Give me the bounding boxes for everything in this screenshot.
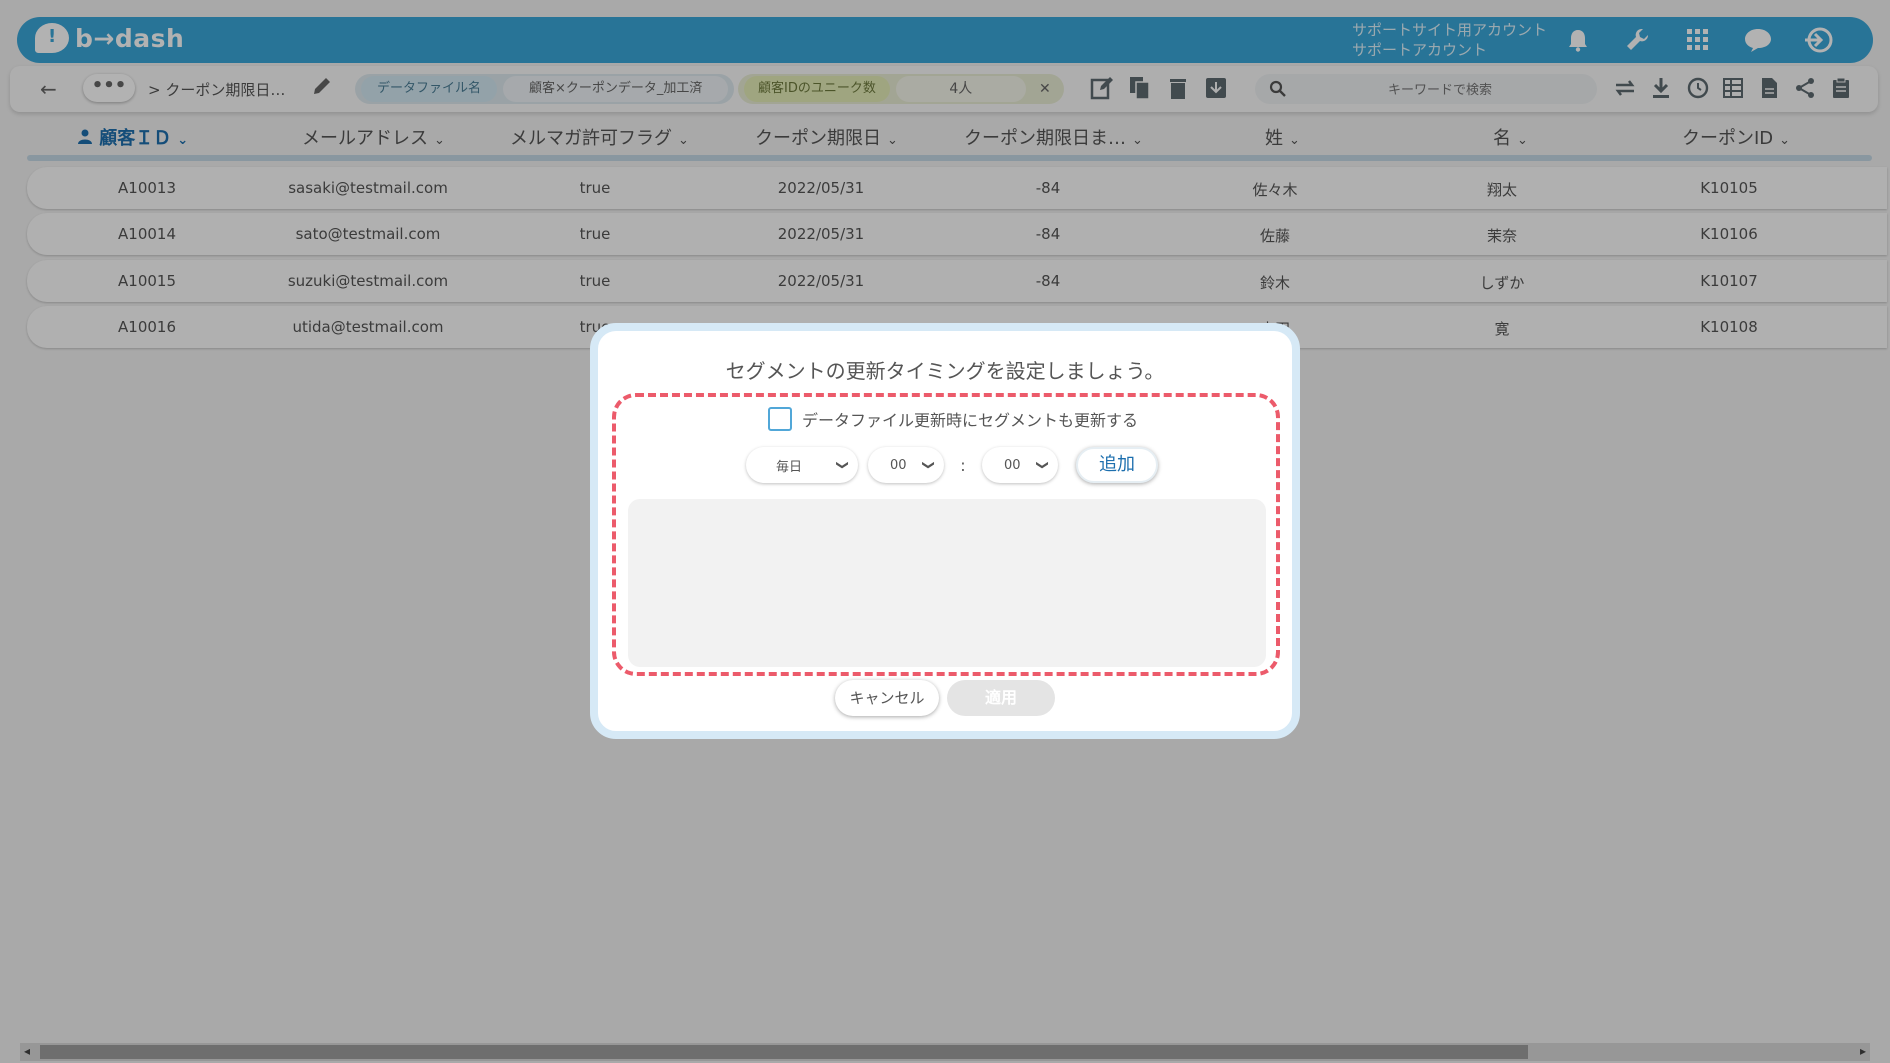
schedule-list bbox=[628, 499, 1266, 667]
time-separator: : bbox=[960, 455, 966, 475]
dialog-title: セグメントの更新タイミングを設定しましょう。 bbox=[725, 359, 1165, 383]
update-on-datafile-option[interactable]: データファイル更新時にセグメントも更新する bbox=[768, 407, 1138, 431]
minute-select[interactable]: 00 ❯ bbox=[982, 447, 1058, 483]
hour-select[interactable]: 00 ❯ bbox=[868, 447, 944, 483]
apply-button[interactable]: 適用 bbox=[947, 680, 1055, 716]
cancel-button[interactable]: キャンセル bbox=[835, 680, 939, 716]
app-root: b→dash サポートサイト用アカウント サポートアカウント ← bbox=[0, 0, 1890, 1063]
highlight-frame: データファイル更新時にセグメントも更新する 毎日 ❯ 00 ❯ : 00 ❯ 追… bbox=[612, 393, 1280, 676]
frequency-select[interactable]: 毎日 ❯ bbox=[746, 447, 858, 483]
update-timing-dialog: セグメントの更新タイミングを設定しましょう。 データファイル更新時にセグメントも… bbox=[590, 323, 1300, 739]
chevron-down-icon: ❯ bbox=[1035, 459, 1050, 471]
add-button[interactable]: 追加 bbox=[1076, 447, 1158, 483]
checkbox-label: データファイル更新時にセグメントも更新する bbox=[802, 411, 1139, 430]
update-on-datafile-checkbox[interactable] bbox=[768, 407, 792, 431]
chevron-down-icon: ❯ bbox=[835, 459, 850, 471]
chevron-down-icon: ❯ bbox=[921, 459, 936, 471]
